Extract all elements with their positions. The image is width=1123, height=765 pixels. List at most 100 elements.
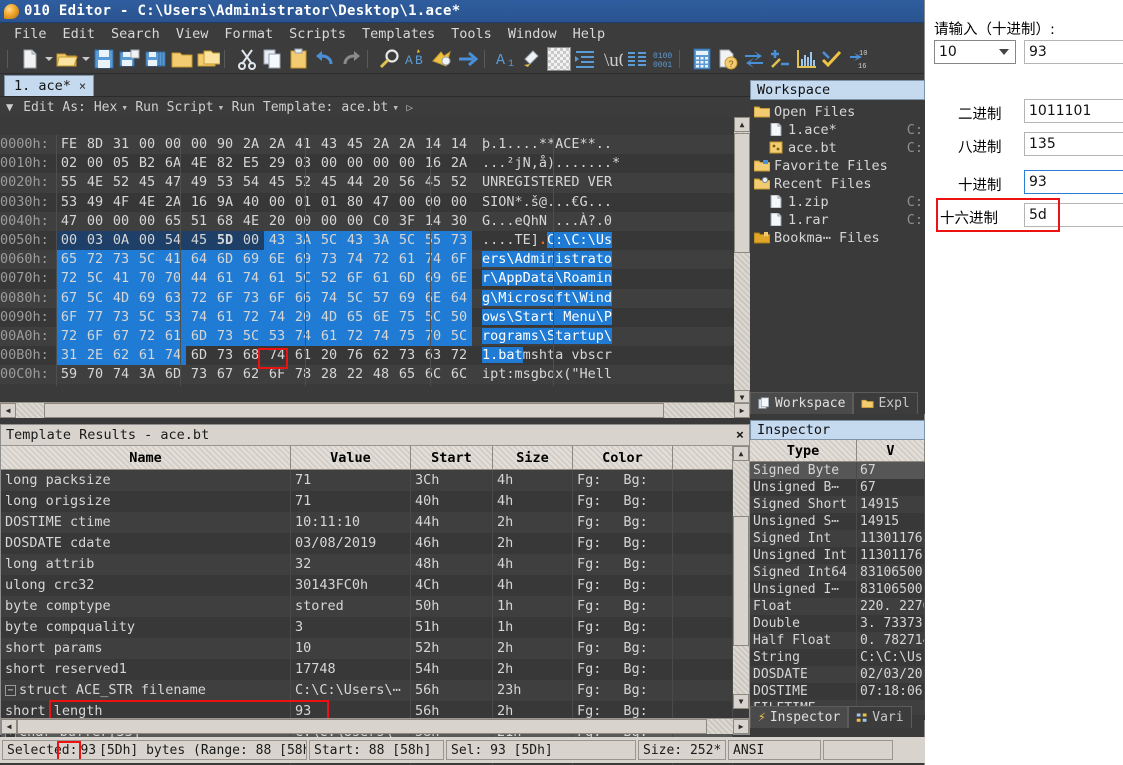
cell-start[interactable]: 44h [411, 512, 493, 533]
binary-icon[interactable]: 01000001 [651, 47, 675, 71]
scroll-right-icon[interactable]: ▶ [734, 403, 750, 418]
table-row[interactable]: byte compquality351h1hFg:Bg: [1, 617, 733, 638]
template-results-vertical-scrollbar[interactable]: ▲ ▼ [733, 446, 749, 709]
cell-value[interactable]: 71 [291, 491, 411, 512]
open-multiple-folders-icon[interactable] [196, 47, 220, 71]
hex-byte[interactable]: 43 [316, 135, 342, 154]
cell-color[interactable]: Fg:Bg: [573, 512, 673, 533]
hex-row-ascii[interactable]: ers\Administrato [482, 251, 612, 267]
hex-byte[interactable]: 6D [394, 269, 420, 288]
hex-byte[interactable]: 69 [394, 289, 420, 308]
hex-byte[interactable]: 44 [342, 173, 368, 192]
scrollbar-track[interactable] [17, 719, 733, 734]
chevron-down-icon[interactable] [999, 49, 1009, 55]
hex-byte[interactable]: 6A [160, 154, 186, 173]
tab-inspector[interactable]: ⚡ Inspector [750, 706, 848, 728]
hex-byte[interactable]: 73 [212, 346, 238, 365]
run-script-button[interactable]: Run Script [131, 100, 217, 115]
cell-start[interactable]: 46h [411, 533, 493, 554]
cell-start[interactable]: 50h [411, 596, 493, 617]
hex-byte[interactable]: 66 [290, 289, 316, 308]
hex-byte[interactable]: 74 [316, 289, 342, 308]
hex-byte[interactable]: 49 [82, 193, 108, 212]
check-selection-icon[interactable] [820, 47, 844, 71]
column-header-value[interactable]: Value [291, 446, 411, 470]
hex-byte[interactable]: 6E [368, 308, 394, 327]
save-all-icon[interactable] [144, 47, 168, 71]
inspector-row[interactable]: Signed Int11301176 [750, 530, 925, 547]
hex-byte[interactable]: 4D [316, 308, 342, 327]
hex-byte[interactable]: 6F [212, 289, 238, 308]
hex-byte[interactable]: 2E [82, 346, 108, 365]
hex-byte[interactable]: 48 [368, 365, 394, 384]
cell-size[interactable]: 2h [493, 659, 573, 680]
hex-byte[interactable]: 31 [56, 346, 82, 365]
hex-byte[interactable]: 73 [212, 327, 238, 346]
hex-byte[interactable]: 72 [238, 308, 264, 327]
hex-row-ascii[interactable]: UNREGISTERED VER [482, 174, 612, 190]
hex-byte[interactable]: 2A [446, 154, 472, 173]
hex-row-bytes[interactable]: 312E6261746D73687461207662736372 [56, 347, 472, 363]
hex-byte[interactable]: 54 [238, 173, 264, 192]
converter-input[interactable]: 93 [1024, 40, 1123, 64]
hex-byte[interactable]: 5C [134, 250, 160, 269]
inspector-row[interactable]: Signed Short14915 [750, 496, 925, 513]
hex-byte[interactable]: 73 [108, 308, 134, 327]
hex-byte[interactable]: 2A [160, 193, 186, 212]
hex-byte[interactable]: 5C [82, 269, 108, 288]
open-file-dropdown-icon[interactable] [80, 47, 91, 71]
hex-byte[interactable]: 00 [368, 154, 394, 173]
hex-byte[interactable]: 75 [394, 327, 420, 346]
hex-byte[interactable]: 9A [212, 193, 238, 212]
hex-byte[interactable]: 62 [238, 365, 264, 384]
base-select[interactable]: 10 [934, 40, 1016, 64]
hex-byte[interactable]: 61 [160, 327, 186, 346]
hex-row-ascii[interactable]: þ.1....**ACE**.. [482, 136, 612, 152]
edit-as-value[interactable]: Hex [90, 100, 121, 115]
hex-byte[interactable]: 02 [56, 154, 82, 173]
scroll-left-icon[interactable]: ◀ [1, 719, 17, 734]
hex-byte[interactable]: 4E [134, 193, 160, 212]
hex-byte[interactable]: 53 [212, 173, 238, 192]
inspector-value[interactable]: 02/03/20 [857, 666, 925, 683]
hex-byte[interactable]: 6D [186, 327, 212, 346]
hex-byte[interactable]: 00 [82, 212, 108, 231]
hex-byte[interactable]: 00 [134, 231, 160, 250]
binary-field[interactable]: 1011101 [1024, 99, 1123, 123]
menu-file[interactable]: File [6, 25, 55, 43]
cell-name[interactable]: ulong crc32 [1, 575, 291, 596]
column-header-size[interactable]: Size [493, 446, 573, 470]
inspector-row[interactable]: Signed Int6483106500 [750, 564, 925, 581]
hex-byte[interactable]: 40 [238, 193, 264, 212]
inspector-value[interactable]: C:\C:\Us [857, 649, 925, 666]
hex-byte[interactable]: 73 [186, 365, 212, 384]
hex-byte[interactable]: 45 [316, 173, 342, 192]
workspace-tree[interactable]: Open Files1.ace*C:ace.btC:Favorite Files… [750, 100, 925, 247]
scrollbar-thumb[interactable] [17, 719, 707, 734]
cell-color[interactable]: Fg:Bg: [573, 554, 673, 575]
octal-field[interactable]: 135 [1024, 132, 1123, 156]
hex-byte[interactable]: 31 [108, 135, 134, 154]
hex-byte[interactable]: 22 [342, 365, 368, 384]
inspector-value[interactable]: 11301176 [857, 530, 925, 547]
hex-byte[interactable]: 51 [186, 212, 212, 231]
hex-byte[interactable]: 73 [108, 250, 134, 269]
hex-byte[interactable]: 5D [212, 231, 238, 250]
hex-byte[interactable]: 4F [108, 193, 134, 212]
find-icon[interactable] [378, 47, 402, 71]
hex-byte[interactable]: 6F [56, 308, 82, 327]
hex-byte[interactable]: 00 [186, 135, 212, 154]
hex-byte[interactable]: 72 [56, 269, 82, 288]
cell-color[interactable]: Fg:Bg: [573, 596, 673, 617]
hex-row[interactable]: 0000h:FE8D31000000902A2A4143452A2A1414 þ… [0, 135, 734, 154]
hex-byte[interactable]: 76 [342, 346, 368, 365]
cell-size[interactable]: 4h [493, 491, 573, 512]
run-template-play-icon[interactable]: ▷ [402, 101, 417, 114]
hex-byte[interactable]: 16 [186, 193, 212, 212]
workspace-item-open-files[interactable]: Open Files [750, 103, 925, 121]
hex-byte[interactable]: 00 [394, 193, 420, 212]
hex-byte[interactable]: 64 [186, 250, 212, 269]
cell-name[interactable]: short reserved1 [1, 659, 291, 680]
hex-byte[interactable]: 6D [160, 365, 186, 384]
hex-byte[interactable]: 45 [420, 173, 446, 192]
